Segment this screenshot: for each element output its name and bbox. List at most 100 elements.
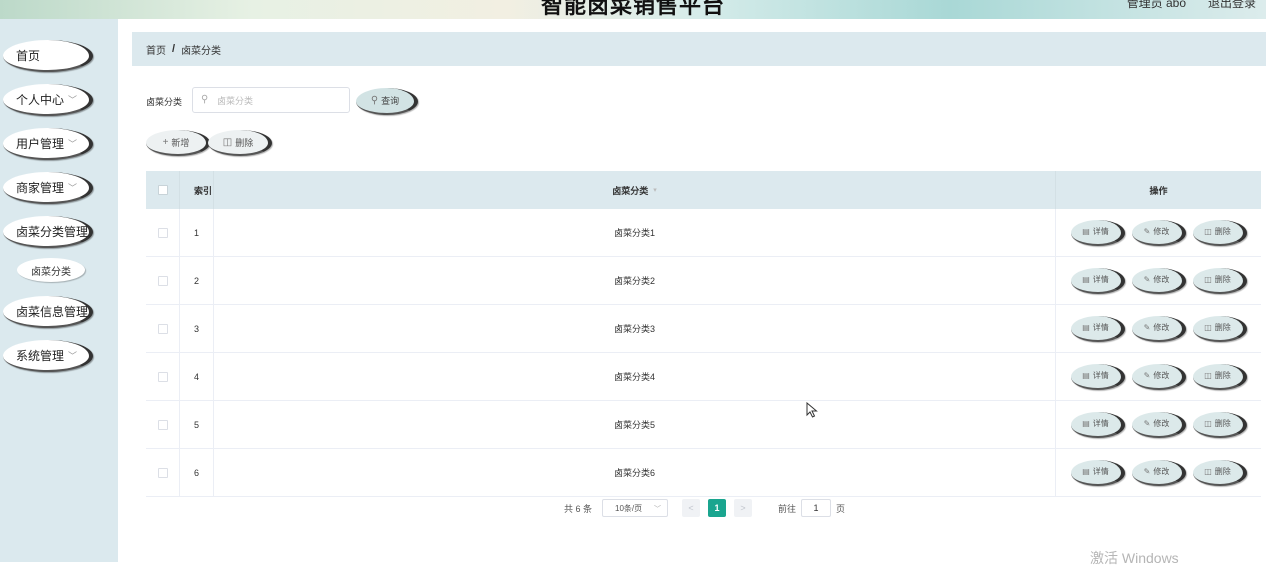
add-button[interactable]: + 新增: [146, 130, 210, 156]
chevron-down-icon: ﹀: [654, 506, 662, 513]
detail-button-label: 详情: [1092, 227, 1109, 236]
detail-button-label: 详情: [1092, 275, 1109, 284]
page-size-select[interactable]: 10条/页 ﹀: [602, 499, 669, 517]
edit-button-label: 修改: [1153, 275, 1170, 284]
row-checkbox[interactable]: [157, 227, 168, 238]
detail-button[interactable]: ▤ 详情: [1070, 267, 1125, 294]
row-checkbox[interactable]: [157, 323, 168, 334]
windows-activation-watermark: 激活 Windows: [1090, 550, 1179, 566]
row-actions: ▤ 详情 ✎ 修改 ◫ 删除: [1056, 449, 1261, 496]
table-row: 6 卤菜分类6 ▤ 详情 ✎ 修改 ◫ 删除: [146, 449, 1261, 497]
sidebar-item-label: 卤菜分类管理: [16, 224, 89, 239]
row-checkbox[interactable]: [157, 275, 168, 286]
logout-link[interactable]: 退出登录: [1208, 0, 1256, 11]
chevron-right-icon: >: [740, 503, 746, 513]
select-all-checkbox[interactable]: [157, 185, 168, 195]
edit-button[interactable]: ✎ 修改: [1131, 411, 1186, 438]
row-checkbox[interactable]: [157, 371, 168, 382]
sidebar-item-dish-management[interactable]: 卤菜信息管理: [3, 296, 93, 328]
row-index: 2: [180, 257, 214, 304]
sidebar-item-user-management[interactable]: 用户管理 ﹀: [3, 128, 93, 160]
row-checkbox-cell: [146, 449, 180, 496]
plus-icon: +: [162, 136, 169, 148]
detail-button[interactable]: ▤ 详情: [1070, 219, 1125, 246]
sidebar-item-label: 首页: [16, 48, 41, 63]
detail-button-label: 详情: [1092, 467, 1109, 476]
detail-button[interactable]: ▤ 详情: [1070, 315, 1125, 342]
edit-button-label: 修改: [1153, 371, 1170, 380]
edit-button[interactable]: ✎ 修改: [1131, 363, 1186, 390]
search-input[interactable]: [215, 92, 344, 110]
table-row: 5 卤菜分类5 ▤ 详情 ✎ 修改 ◫ 删除: [146, 401, 1261, 449]
edit-button[interactable]: ✎ 修改: [1131, 267, 1186, 294]
delete-button-label: 删除: [1214, 275, 1231, 284]
sidebar: 首页 个人中心 ﹀ 用户管理 ﹀ 商家管理 ﹀ 卤菜分类管理 卤菜分类 卤菜信息…: [0, 19, 118, 562]
chevron-down-icon: ﹀: [67, 183, 77, 193]
delete-button[interactable]: ◫ 删除: [1192, 363, 1247, 390]
row-actions: ▤ 详情 ✎ 修改 ◫ 删除: [1056, 401, 1261, 448]
trash-icon: ◫: [222, 136, 233, 148]
table-row: 2 卤菜分类2 ▤ 详情 ✎ 修改 ◫ 删除: [146, 257, 1261, 305]
breadcrumb-current: 卤菜分类: [181, 45, 222, 57]
edit-button[interactable]: ✎ 修改: [1131, 219, 1186, 246]
sidebar-item-home[interactable]: 首页: [3, 40, 93, 72]
row-checkbox-cell: [146, 305, 180, 352]
page-number-current[interactable]: 1: [708, 499, 727, 517]
row-index: 3: [180, 305, 214, 352]
row-checkbox-cell: [146, 257, 180, 304]
edit-button[interactable]: ✎ 修改: [1131, 459, 1186, 486]
row-checkbox[interactable]: [157, 467, 168, 478]
sidebar-item-personal-center[interactable]: 个人中心 ﹀: [3, 84, 93, 116]
category-table: 索引 卤菜分类 ▾ 操作 1 卤菜分类1 ▤ 详情 ✎ 修改 ◫ 删除 2 卤菜分类2…: [146, 171, 1261, 497]
header-name[interactable]: 卤菜分类 ▾: [214, 171, 1056, 209]
detail-button[interactable]: ▤ 详情: [1070, 363, 1125, 390]
breadcrumb-home[interactable]: 首页: [146, 42, 166, 57]
detail-icon: ▤: [1082, 419, 1090, 428]
row-actions: ▤ 详情 ✎ 修改 ◫ 删除: [1056, 353, 1261, 400]
sidebar-item-category-management[interactable]: 卤菜分类管理: [3, 216, 93, 248]
goto-page-input[interactable]: 1: [801, 499, 832, 517]
edit-icon: ✎: [1143, 419, 1151, 428]
trash-icon: ◫: [1204, 371, 1212, 380]
delete-button[interactable]: ◫ 删除: [1192, 267, 1247, 294]
detail-button-label: 详情: [1092, 419, 1109, 428]
search-button[interactable]: ⚲ 查询: [356, 88, 418, 115]
delete-button[interactable]: ◫ 删除: [1192, 219, 1247, 246]
delete-button[interactable]: ◫ 删除: [1192, 459, 1247, 486]
row-checkbox-cell: [146, 353, 180, 400]
header-name-label: 卤菜分类: [612, 185, 649, 196]
next-page-button[interactable]: >: [734, 499, 753, 517]
sidebar-item-label: 系统管理: [16, 348, 65, 363]
table-row: 4 卤菜分类4 ▤ 详情 ✎ 修改 ◫ 删除: [146, 353, 1261, 401]
row-index: 5: [180, 401, 214, 448]
row-name: 卤菜分类5: [214, 401, 1056, 448]
prev-page-button[interactable]: <: [682, 499, 701, 517]
detail-button[interactable]: ▤ 详情: [1070, 411, 1125, 438]
breadcrumb: 首页 / 卤菜分类: [132, 32, 1266, 66]
detail-button[interactable]: ▤ 详情: [1070, 459, 1125, 486]
delete-button[interactable]: ◫ 删除: [1192, 315, 1247, 342]
goto-label: 前往: [778, 503, 797, 514]
edit-button-label: 修改: [1153, 323, 1170, 332]
sidebar-item-system-management[interactable]: 系统管理 ﹀: [3, 340, 93, 372]
search-field[interactable]: ⚲: [192, 87, 350, 113]
sidebar-item-merchant-management[interactable]: 商家管理 ﹀: [3, 172, 93, 204]
edit-button-label: 修改: [1153, 467, 1170, 476]
delete-button-label: 删除: [1214, 227, 1231, 236]
detail-icon: ▤: [1082, 467, 1090, 476]
page-size-value: 10条/页: [615, 503, 643, 513]
delete-button[interactable]: ◫ 删除: [1192, 411, 1247, 438]
trash-icon: ◫: [1204, 275, 1212, 284]
row-checkbox-cell: [146, 401, 180, 448]
search-icon: ⚲: [370, 95, 379, 106]
row-checkbox[interactable]: [157, 419, 168, 430]
edit-icon: ✎: [1143, 323, 1151, 332]
sidebar-subitem-category[interactable]: 卤菜分类: [17, 258, 85, 282]
batch-delete-button[interactable]: ◫ 删除: [208, 130, 272, 156]
sort-icon[interactable]: ▾: [653, 186, 657, 194]
edit-button[interactable]: ✎ 修改: [1131, 315, 1186, 342]
trash-icon: ◫: [1204, 323, 1212, 332]
sidebar-item-label: 卤菜信息管理: [16, 304, 89, 319]
row-name: 卤菜分类3: [214, 305, 1056, 352]
pagination: 共 6 条 10条/页 ﹀ < 1 > 前往 1 页: [564, 499, 845, 517]
